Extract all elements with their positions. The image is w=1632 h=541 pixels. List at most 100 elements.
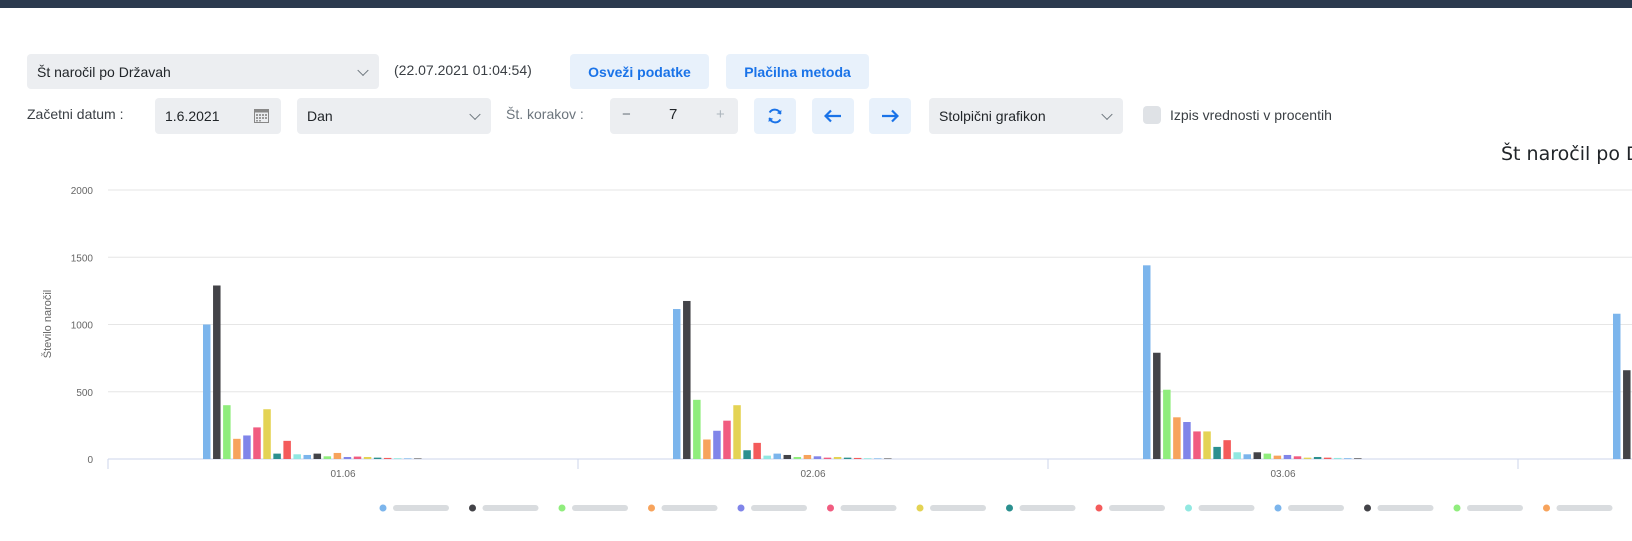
bar xyxy=(753,442,761,459)
bar xyxy=(673,309,681,459)
bar xyxy=(884,458,892,459)
y-tick-label: 1000 xyxy=(71,321,94,332)
bar-chart: 0 500 1000 1500 2000 Število naročil 01.06 02.0… xyxy=(41,186,1632,512)
report-select[interactable]: Št naročil po Državah xyxy=(27,54,379,89)
bar xyxy=(233,438,241,459)
steps-stepper[interactable]: − 7 + xyxy=(610,98,738,134)
bar xyxy=(1273,455,1282,459)
y-tick-label: 2000 xyxy=(71,186,94,197)
legend-label xyxy=(930,505,986,511)
bar xyxy=(1303,457,1312,459)
bar xyxy=(243,435,251,459)
legend-label xyxy=(393,505,449,511)
minus-icon[interactable]: − xyxy=(622,106,631,123)
legend-marker xyxy=(1095,504,1103,512)
bar xyxy=(793,456,802,459)
chevron-down-icon xyxy=(469,108,481,121)
bar xyxy=(1143,265,1151,459)
x-tick-label: 03.06 xyxy=(1270,469,1295,480)
legend-label xyxy=(661,505,718,511)
refresh-data-button[interactable]: Osveži podatke xyxy=(570,54,709,89)
steps-value[interactable]: 7 xyxy=(669,106,677,123)
bar xyxy=(1153,352,1161,459)
bar xyxy=(323,456,332,459)
bar xyxy=(283,440,291,459)
bar xyxy=(703,439,711,459)
bar xyxy=(393,458,402,459)
bar xyxy=(313,453,322,459)
legend-marker xyxy=(1543,504,1550,512)
bar xyxy=(213,285,221,459)
bar xyxy=(1203,431,1211,459)
bar xyxy=(1333,457,1342,459)
bar xyxy=(1354,458,1362,459)
x-tick-label: 02.06 xyxy=(800,469,825,480)
bar xyxy=(1313,456,1322,459)
bar xyxy=(723,420,731,459)
bar xyxy=(1253,452,1262,459)
bar xyxy=(353,456,362,459)
legend-label xyxy=(840,505,897,511)
legend-marker xyxy=(379,504,387,512)
bar xyxy=(1213,446,1221,459)
start-date-input[interactable]: 1.6.2021 xyxy=(155,98,281,134)
bar xyxy=(823,457,832,459)
chart-type-select[interactable]: Stolpični grafikon xyxy=(929,98,1123,134)
bar xyxy=(1243,454,1251,459)
bar xyxy=(693,399,701,459)
legend-label xyxy=(1198,505,1255,511)
next-button[interactable] xyxy=(869,98,911,134)
start-date-value: 1.6.2021 xyxy=(165,108,220,124)
bar xyxy=(863,458,872,459)
bar xyxy=(1183,422,1191,459)
legend-marker xyxy=(916,504,924,512)
bar xyxy=(404,458,412,459)
bar xyxy=(783,454,792,459)
reload-button[interactable] xyxy=(754,98,796,134)
legend-marker xyxy=(827,504,834,512)
bar xyxy=(713,430,721,459)
legend-label xyxy=(1019,505,1076,511)
legend-marker xyxy=(469,504,476,512)
bar xyxy=(373,457,382,459)
legend-label xyxy=(482,505,539,511)
legend-marker xyxy=(737,504,745,512)
chart-type-value: Stolpični grafikon xyxy=(939,108,1046,124)
previous-button[interactable] xyxy=(812,98,854,134)
start-date-label: Začetni datum : xyxy=(27,106,124,122)
legend-label xyxy=(572,505,628,511)
bar xyxy=(1223,440,1231,459)
legend-label xyxy=(751,505,807,511)
bar xyxy=(1323,457,1332,459)
bar xyxy=(414,458,422,459)
y-tick-label: 1500 xyxy=(71,253,94,264)
bar xyxy=(1263,453,1272,459)
payment-method-button[interactable]: Plačilna metoda xyxy=(726,54,869,89)
bar xyxy=(273,453,281,459)
legend-marker xyxy=(1453,504,1461,512)
calendar-icon xyxy=(254,109,269,123)
bar xyxy=(253,427,261,459)
plus-icon[interactable]: + xyxy=(716,106,725,123)
refresh-icon xyxy=(768,108,782,124)
legend-marker xyxy=(648,504,655,512)
arrow-right-icon xyxy=(882,109,899,123)
bar xyxy=(874,458,882,459)
y-axis-label: Število naročil xyxy=(41,290,54,358)
percent-checkbox-label: Izpis vrednosti v procentih xyxy=(1170,107,1332,123)
arrow-left-icon xyxy=(824,109,841,123)
bar xyxy=(1193,431,1201,459)
bar xyxy=(223,405,231,459)
legend-marker xyxy=(558,504,566,512)
report-select-value: Št naročil po Državah xyxy=(37,63,171,80)
legend-marker xyxy=(1274,504,1282,512)
percent-checkbox[interactable] xyxy=(1143,106,1161,124)
bar xyxy=(333,452,342,459)
chevron-down-icon xyxy=(1101,108,1113,121)
bar xyxy=(343,456,352,459)
period-select-value: Dan xyxy=(307,108,333,124)
legend-marker xyxy=(1185,504,1192,512)
legend-label xyxy=(1109,505,1165,511)
bar xyxy=(803,454,812,459)
period-select[interactable]: Dan xyxy=(297,98,491,134)
